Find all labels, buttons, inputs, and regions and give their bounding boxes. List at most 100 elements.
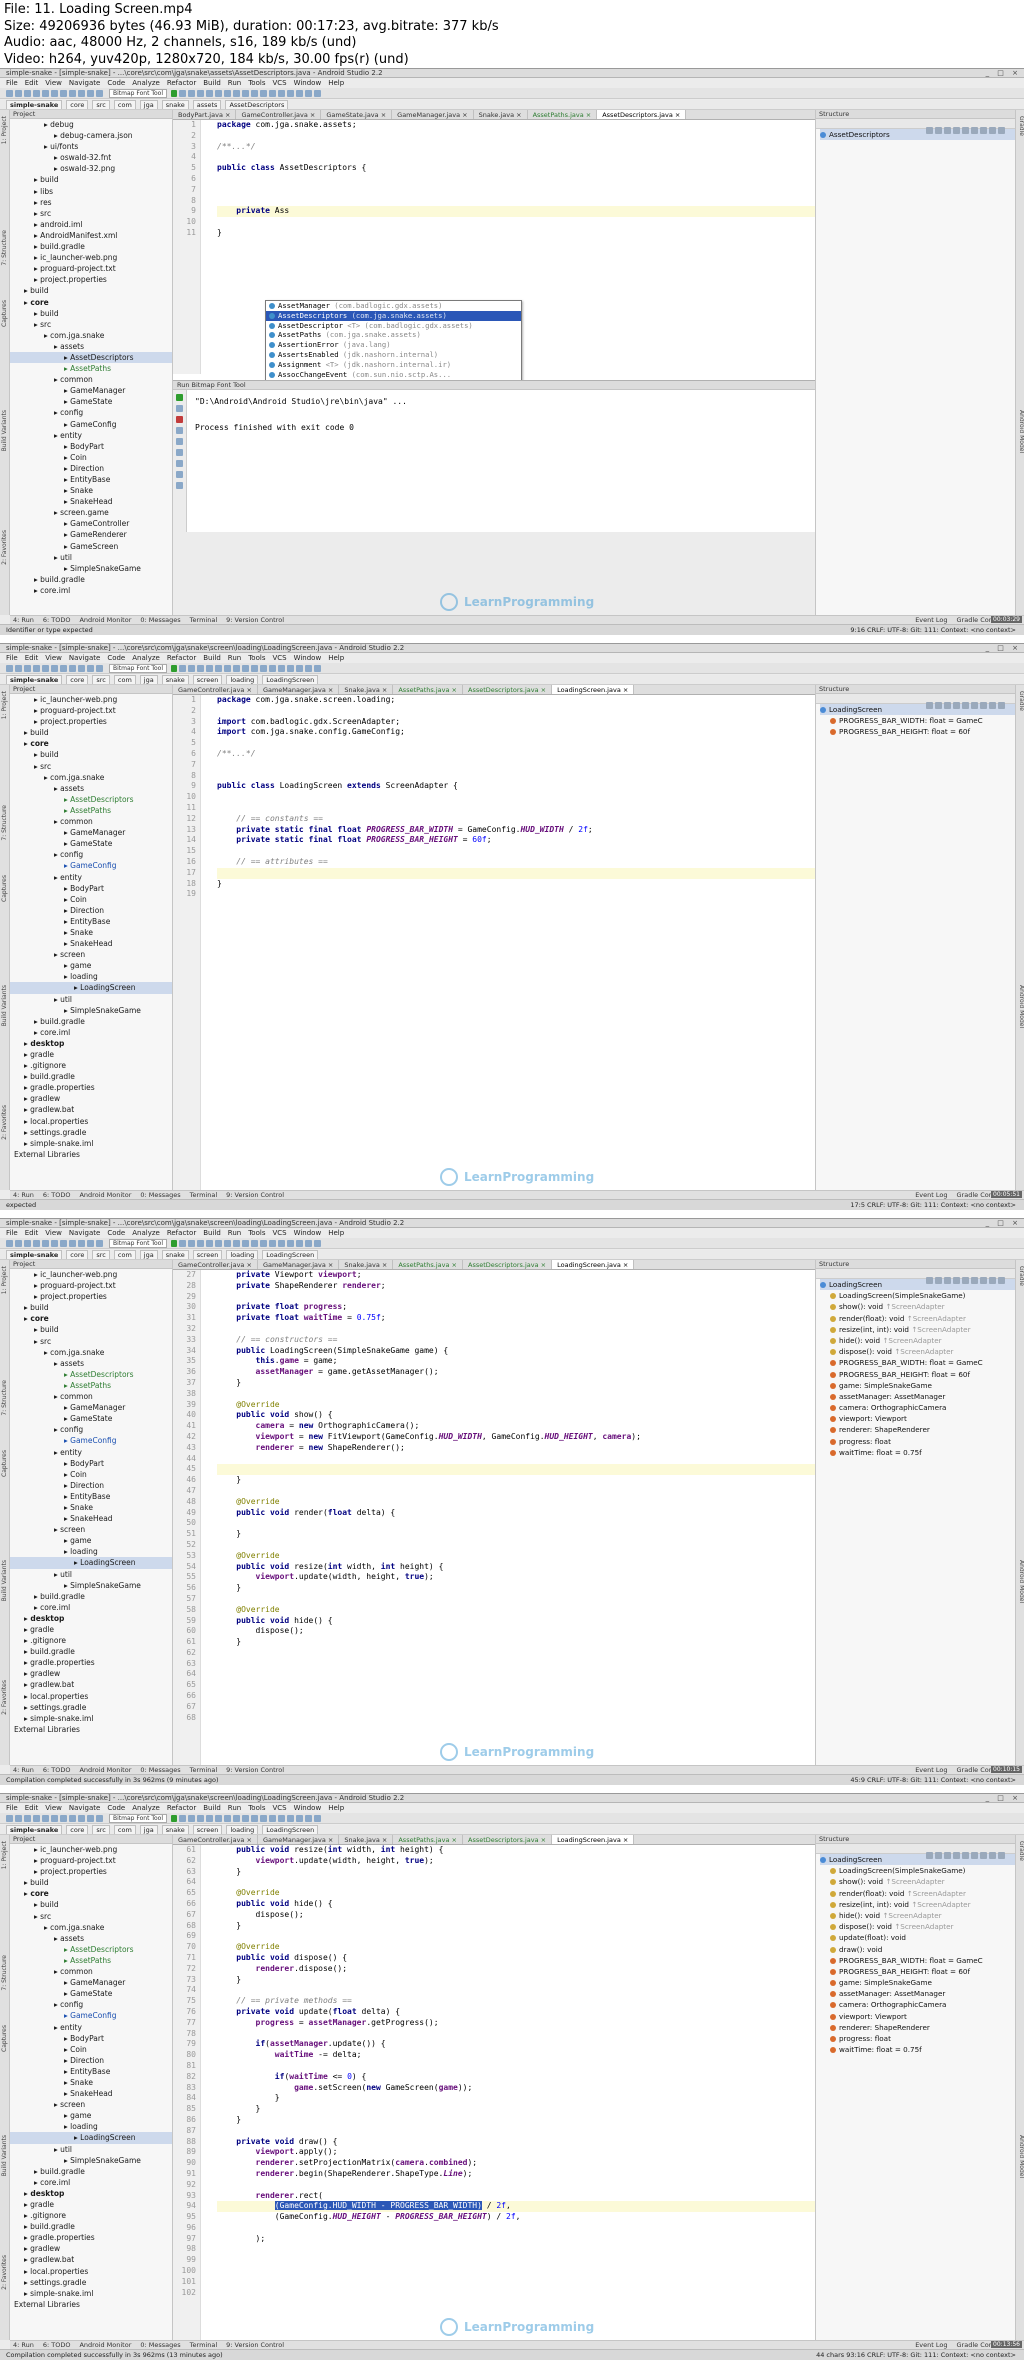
tree-item[interactable]: ▸ core.iml [10, 1602, 172, 1613]
structure-item[interactable]: dispose(): void ↑ScreenAdapter [820, 1921, 1015, 1932]
tree-item[interactable]: ▸ GameScreen [10, 541, 172, 552]
tree-item[interactable]: ▸ build [10, 749, 172, 760]
run-tool-icon[interactable] [176, 405, 183, 412]
toolbar-icon[interactable] [51, 665, 58, 672]
tree-item[interactable]: ▸ build.gradle [10, 241, 172, 252]
breadcrumb-item[interactable]: loading [226, 1250, 259, 1259]
toolbar-icon[interactable] [96, 1815, 103, 1822]
structure-item[interactable]: render(float): void ↑ScreenAdapter [820, 1888, 1015, 1899]
tree-item[interactable]: ▸ local.properties [10, 1691, 172, 1702]
structure-tool-icon[interactable] [971, 1852, 978, 1859]
structure-tool-icon[interactable] [926, 1852, 933, 1859]
tree-item[interactable]: ▸ config [10, 407, 172, 418]
menu-item-window[interactable]: Window [294, 1804, 322, 1812]
tree-item[interactable]: ▸ build.gradle [10, 1016, 172, 1027]
editor-tab[interactable]: GameManager.java × [392, 110, 474, 119]
tree-item[interactable]: ▸ BodyPart [10, 883, 172, 894]
tree-item[interactable]: ▸ build [10, 727, 172, 738]
menu-item-tools[interactable]: Tools [248, 1804, 265, 1812]
tree-item[interactable]: ▸ GameConfig [10, 860, 172, 871]
menu-item-tools[interactable]: Tools [248, 654, 265, 662]
structure-tool-icon[interactable] [980, 702, 987, 709]
structure-item[interactable]: viewport: Viewport [820, 1413, 1015, 1424]
menu-item-run[interactable]: Run [228, 1229, 241, 1237]
tree-item[interactable]: ▸ ic_launcher-web.png [10, 1269, 172, 1280]
tree-item[interactable]: ▸ Coin [10, 452, 172, 463]
tree-item[interactable]: ▸ build.gradle [10, 2221, 172, 2232]
toolbar-icon[interactable] [224, 665, 231, 672]
run-icon[interactable] [171, 1240, 177, 1247]
window-controls[interactable]: _ □ × [986, 1220, 1021, 1227]
tool-window-button[interactable]: Captures [1, 300, 9, 327]
toolbar-icon[interactable] [233, 1240, 240, 1247]
tree-item[interactable]: ▸ AssetPaths [10, 363, 172, 374]
toolbar-icon[interactable] [42, 1815, 49, 1822]
breadcrumb-item[interactable]: screen [192, 1250, 223, 1259]
breadcrumb-item[interactable]: jga [139, 675, 158, 684]
toolbar-icon[interactable] [96, 1240, 103, 1247]
tree-item[interactable]: ▸ SnakeHead [10, 496, 172, 507]
tool-window-button[interactable]: 7: Structure [1, 805, 9, 841]
tree-item[interactable]: ▸ local.properties [10, 2266, 172, 2277]
toolbar-icon[interactable] [206, 1240, 213, 1247]
editor-tab[interactable]: Snake.java × [474, 110, 528, 119]
toolbar-icon[interactable] [179, 665, 186, 672]
toolbar-icon[interactable] [206, 1815, 213, 1822]
tree-item[interactable]: ▸ entity [10, 2022, 172, 2033]
tree-item[interactable]: ▸ GameManager [10, 1402, 172, 1413]
toolbar-icon[interactable] [87, 90, 94, 97]
toolbar-icon[interactable] [296, 1240, 303, 1247]
toolbar-icon[interactable] [42, 1240, 49, 1247]
tree-item[interactable]: ▸ SnakeHead [10, 1513, 172, 1524]
run-config-select[interactable]: Bitmap Font Tool [109, 1239, 167, 1248]
tree-item[interactable]: ▸ gradle.properties [10, 2232, 172, 2243]
structure-tool-icon[interactable] [944, 127, 951, 134]
menu-item-view[interactable]: View [45, 1804, 62, 1812]
structure-tool-icon[interactable] [989, 702, 996, 709]
tool-window-button[interactable]: Android Model [1017, 410, 1024, 453]
tree-item[interactable]: ▸ build [10, 1877, 172, 1888]
tree-item[interactable]: ▸ common [10, 374, 172, 385]
breadcrumb-item[interactable]: simple-snake [6, 675, 63, 684]
toolbar-icon[interactable] [60, 665, 67, 672]
tree-item[interactable]: ▸ desktop [10, 1038, 172, 1049]
tool-window-button[interactable]: 2: Favorites [1, 2255, 9, 2290]
toolbar-icon[interactable] [179, 1240, 186, 1247]
menu-item-file[interactable]: File [6, 1804, 18, 1812]
menu-item-analyze[interactable]: Analyze [132, 1229, 160, 1237]
structure-item[interactable]: waitTime: float = 0.75f [820, 1447, 1015, 1458]
code-lines[interactable]: public void resize(int width, int height… [217, 1845, 815, 2298]
tree-item[interactable]: ▸ .gitignore [10, 2210, 172, 2221]
breadcrumb-item[interactable]: com [113, 100, 136, 109]
tool-window-button[interactable]: Build Variants [1, 410, 9, 451]
tree-item[interactable]: ▸ build.gradle [10, 1591, 172, 1602]
structure-item[interactable]: camera: OrthographicCamera [820, 1999, 1015, 2010]
tree-item[interactable]: ▸ gradle.properties [10, 1657, 172, 1668]
editor-tab[interactable]: GameController.java × [173, 1835, 258, 1844]
toolbar-icon[interactable] [15, 1240, 22, 1247]
tree-item[interactable]: ▸ ic_launcher-web.png [10, 1844, 172, 1855]
tree-item[interactable]: ▸ common [10, 816, 172, 827]
toolbar-icon[interactable] [179, 1815, 186, 1822]
structure-tool-icon[interactable] [989, 127, 996, 134]
tree-item[interactable]: ▸ entity [10, 872, 172, 883]
structure-item[interactable]: draw(): void [820, 1944, 1015, 1955]
structure-tool-icon[interactable] [971, 1277, 978, 1284]
toolbar-icon[interactable] [60, 90, 67, 97]
menu-item-help[interactable]: Help [328, 1229, 344, 1237]
tree-item[interactable]: ▸ src [10, 1911, 172, 1922]
structure-item[interactable]: assetManager: AssetManager [820, 1988, 1015, 1999]
toolbar-icon[interactable] [314, 1240, 321, 1247]
tree-item[interactable]: ▸ project.properties [10, 1291, 172, 1302]
tree-item[interactable]: ▸ EntityBase [10, 474, 172, 485]
structure-item[interactable]: waitTime: float = 0.75f [820, 2044, 1015, 2055]
breadcrumb-item[interactable]: simple-snake [6, 1250, 63, 1259]
structure-item[interactable]: LoadingScreen(SimpleSnakeGame) [820, 1865, 1015, 1876]
window-controls[interactable]: _ □ × [986, 1795, 1021, 1802]
tree-item[interactable]: ▸ com.jga.snake [10, 1922, 172, 1933]
tree-item[interactable]: ▸ BodyPart [10, 1458, 172, 1469]
breadcrumb-item[interactable]: jga [139, 1250, 158, 1259]
tree-item[interactable]: ▸ project.properties [10, 716, 172, 727]
run-tool-icon[interactable] [176, 460, 183, 467]
toolbar-icon[interactable] [287, 90, 294, 97]
